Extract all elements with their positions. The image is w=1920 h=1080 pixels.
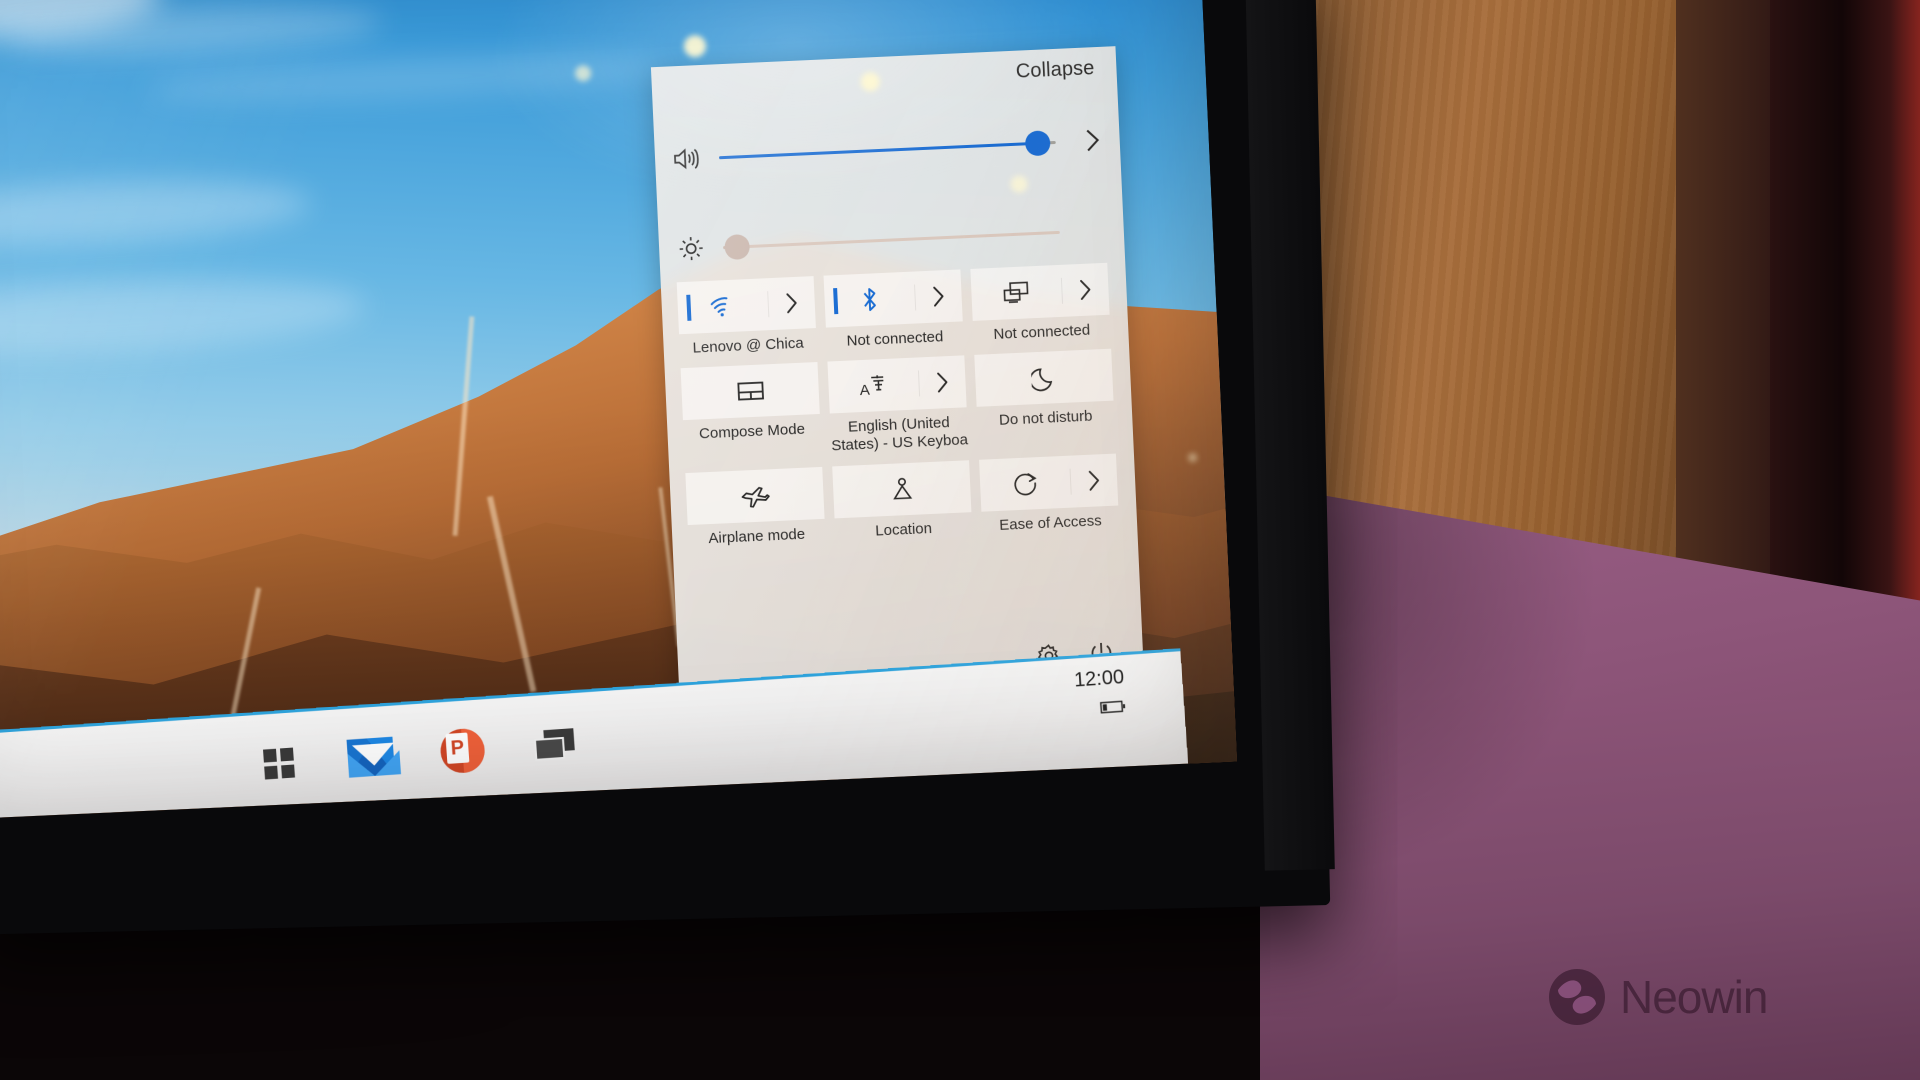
quick-action-button-do-not-disturb[interactable] bbox=[974, 348, 1114, 407]
svg-text:A: A bbox=[859, 382, 870, 399]
quick-action-tile-do-not-disturb: Do not disturb bbox=[974, 348, 1115, 449]
quick-actions-grid: Lenovo @ Chica Not connected Not connected… bbox=[676, 262, 1121, 559]
tablet-device: Collapse bbox=[0, 0, 1331, 935]
ease-of-access-expand-chevron-right-icon[interactable] bbox=[1069, 466, 1118, 495]
neowin-wordmark: Neowin bbox=[1620, 971, 1768, 1023]
input-language-icon: A bbox=[828, 370, 919, 400]
quick-action-label-keyboard-language: English (United States) - US Keyboa bbox=[831, 414, 969, 455]
quick-action-button-airplane-mode[interactable] bbox=[685, 466, 825, 526]
clock-time: 12:00 bbox=[1073, 666, 1125, 692]
wifi-expand-chevron-right-icon[interactable] bbox=[767, 289, 816, 318]
quick-action-button-ease-of-access[interactable] bbox=[979, 453, 1119, 512]
photograph-scene: Collapse bbox=[0, 0, 1920, 1080]
taskbar-clock-area[interactable]: 12:00 bbox=[1073, 666, 1126, 716]
quick-action-label-airplane-mode: Airplane mode bbox=[708, 525, 806, 548]
tablet-screen: Collapse bbox=[0, 0, 1237, 822]
windows-logo-icon bbox=[263, 747, 296, 780]
quick-action-button-bluetooth[interactable] bbox=[823, 269, 963, 328]
location-pin-icon bbox=[833, 472, 971, 506]
quick-action-label-wifi: Lenovo @ Chica bbox=[692, 334, 805, 357]
tray-battery-low-icon[interactable] bbox=[1076, 699, 1127, 716]
quick-action-tile-project: Not connected bbox=[970, 262, 1110, 344]
quick-actions-row: Compose Mode A English (United States) - U… bbox=[680, 348, 1117, 463]
neowin-watermark: Neowin bbox=[1548, 968, 1768, 1026]
quick-action-button-compose-mode[interactable] bbox=[680, 362, 820, 421]
quick-action-button-location[interactable] bbox=[832, 460, 972, 519]
brightness-slider-thumb[interactable] bbox=[723, 233, 751, 260]
quick-action-label-compose-mode: Compose Mode bbox=[698, 420, 806, 443]
powerpoint-glyph: P bbox=[445, 732, 470, 764]
volume-expand-chevron-right-icon[interactable] bbox=[1065, 125, 1120, 155]
start-button[interactable] bbox=[254, 739, 303, 788]
quick-action-button-keyboard-language[interactable]: A bbox=[827, 355, 967, 414]
taskbar-item-mail[interactable] bbox=[346, 733, 402, 782]
airplane-icon bbox=[686, 479, 824, 513]
quick-action-label-location: Location bbox=[874, 519, 933, 540]
ease-of-access-icon bbox=[980, 468, 1071, 500]
taskbar-icon-group: P bbox=[254, 720, 578, 788]
taskbar-item-task-view[interactable] bbox=[530, 720, 579, 769]
neowin-logo-icon bbox=[1548, 968, 1606, 1026]
quick-action-button-project[interactable] bbox=[970, 262, 1110, 321]
bluetooth-expand-chevron-right-icon[interactable] bbox=[914, 282, 963, 311]
quick-action-tile-airplane-mode: Airplane mode bbox=[685, 466, 825, 548]
quick-action-label-project: Not connected bbox=[993, 321, 1091, 343]
brightness-slider-spacer bbox=[1070, 229, 1124, 231]
powerpoint-icon: P bbox=[439, 727, 487, 775]
taskbar-item-powerpoint[interactable]: P bbox=[438, 726, 487, 775]
quick-action-tile-keyboard-language: A English (United States) - US Keyboa bbox=[827, 355, 968, 455]
quick-actions-row: Airplane mode Location Ease of Access bbox=[685, 453, 1120, 549]
quick-action-tile-ease-of-access: Ease of Access bbox=[979, 453, 1119, 535]
mail-icon bbox=[346, 736, 402, 778]
screen-glare-dot bbox=[1230, 180, 1237, 202]
compose-mode-icon bbox=[681, 376, 819, 406]
quick-action-label-ease-of-access: Ease of Access bbox=[998, 512, 1103, 534]
task-view-icon bbox=[533, 728, 575, 761]
keyboard-language-expand-chevron-right-icon[interactable] bbox=[917, 368, 967, 397]
brightness-icon bbox=[659, 233, 724, 264]
brightness-slider-rail bbox=[723, 230, 1060, 249]
quick-action-tile-wifi: Lenovo @ Chica bbox=[676, 276, 817, 357]
moon-icon bbox=[975, 361, 1113, 395]
quick-action-label-do-not-disturb: Do not disturb bbox=[998, 407, 1093, 429]
project-screen-icon bbox=[971, 278, 1062, 308]
quick-action-tile-bluetooth: Not connected bbox=[823, 269, 964, 350]
brightness-slider-track[interactable] bbox=[723, 218, 1071, 260]
project-expand-chevron-right-icon[interactable] bbox=[1060, 275, 1110, 304]
quick-action-tile-compose-mode: Compose Mode bbox=[680, 362, 822, 462]
quick-action-button-wifi[interactable] bbox=[676, 276, 816, 335]
quick-action-tile-location: Location bbox=[832, 460, 972, 541]
quick-action-label-bluetooth: Not connected bbox=[846, 328, 944, 350]
